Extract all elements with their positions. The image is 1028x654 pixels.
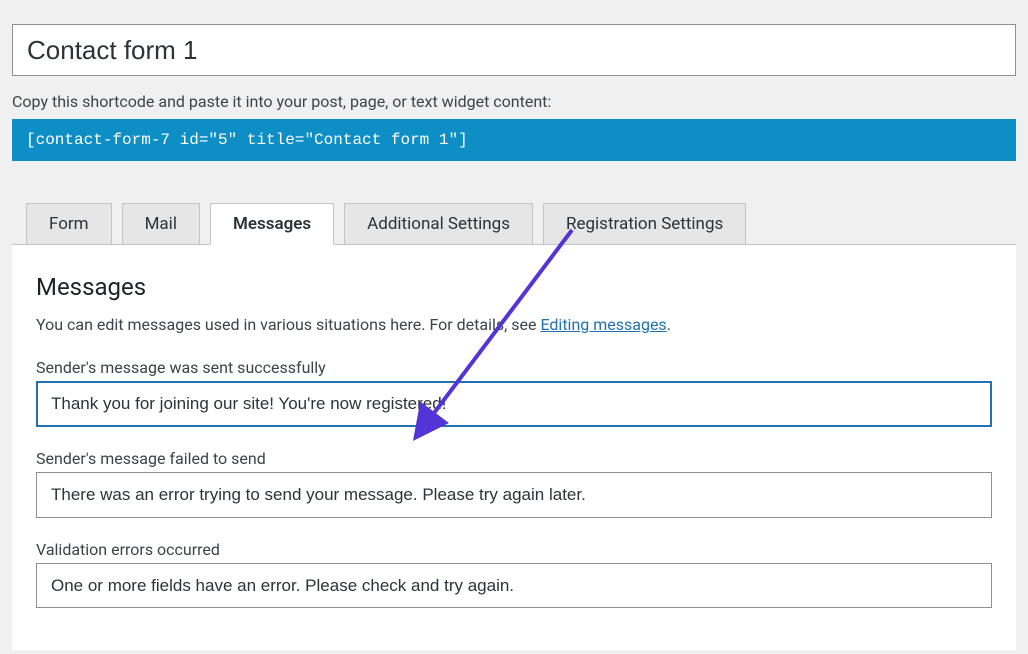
tab-panel-messages: Messages You can edit messages used in v… (12, 244, 1016, 650)
tab-registration-settings[interactable]: Registration Settings (543, 203, 746, 244)
editing-messages-link[interactable]: Editing messages (540, 315, 666, 334)
shortcode-help-text: Copy this shortcode and paste it into yo… (12, 92, 1016, 111)
shortcode-box[interactable]: [contact-form-7 id="5" title="Contact fo… (12, 119, 1016, 161)
messages-heading: Messages (36, 273, 992, 301)
tabs-bar: Form Mail Messages Additional Settings R… (26, 203, 1016, 244)
messages-desc-suffix: . (667, 315, 671, 334)
tab-additional-settings[interactable]: Additional Settings (344, 203, 533, 244)
messages-desc: You can edit messages used in various si… (36, 315, 992, 334)
tab-form[interactable]: Form (26, 203, 112, 244)
message-success-input[interactable] (36, 381, 992, 427)
field-group-success: Sender's message was sent successfully (36, 358, 992, 427)
field-label-failed: Sender's message failed to send (36, 449, 992, 468)
field-label-success: Sender's message was sent successfully (36, 358, 992, 377)
message-failed-input[interactable] (36, 472, 992, 518)
field-group-failed: Sender's message failed to send (36, 449, 992, 518)
field-label-validation: Validation errors occurred (36, 540, 992, 559)
form-title-input[interactable] (12, 24, 1016, 76)
tab-messages[interactable]: Messages (210, 203, 334, 245)
message-validation-input[interactable] (36, 563, 992, 609)
messages-desc-prefix: You can edit messages used in various si… (36, 315, 540, 334)
field-group-validation: Validation errors occurred (36, 540, 992, 609)
tab-mail[interactable]: Mail (122, 203, 200, 244)
